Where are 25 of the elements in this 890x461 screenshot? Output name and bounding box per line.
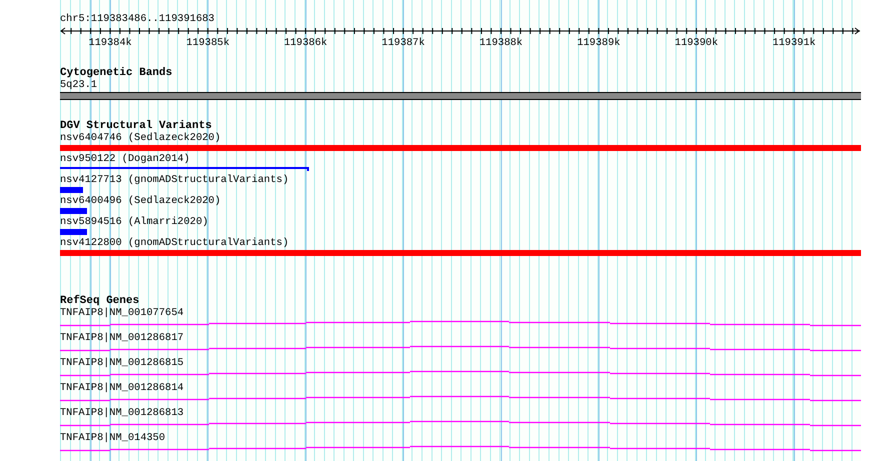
feature-label: nsv6400496 (Sedlazeck2020) <box>60 195 221 207</box>
ruler-tick-label: 119387k <box>382 37 425 49</box>
band-label: 5q23.1 <box>60 79 98 91</box>
track-title: DGV Structural Variants <box>60 120 212 132</box>
gene-label: TNFAIP8|NM_001286814 <box>60 382 184 394</box>
ruler-tick-label: 119389k <box>577 37 620 49</box>
gene-label: TNFAIP8|NM_001286817 <box>60 332 184 344</box>
gene-label: TNFAIP8|NM_001077654 <box>60 307 184 319</box>
feature-label: nsv6404746 (Sedlazeck2020) <box>60 132 221 144</box>
track-title: Cytogenetic Bands <box>60 67 172 79</box>
ruler-tick-label: 119390k <box>674 37 718 49</box>
feature-label: nsv5894516 (Almarri2020) <box>60 216 208 228</box>
gene-label: TNFAIP8|NM_001286815 <box>60 357 184 369</box>
ruler-tick-label: 119391k <box>772 37 816 49</box>
track-title: RefSeq Genes <box>60 295 140 307</box>
feature-label: nsv4127713 (gnomADStructuralVariants) <box>60 174 289 186</box>
gene-label: TNFAIP8|NM_014350 <box>60 432 166 444</box>
feature-label: nsv950122 (Dogan2014) <box>60 153 190 165</box>
ruler-tick-label: 119388k <box>479 37 523 49</box>
ruler-tick-label: 119386k <box>284 37 328 49</box>
ruler-tick-label: 119384k <box>88 37 132 49</box>
location-label: chr5:119383486..119391683 <box>60 13 216 25</box>
gene-label: TNFAIP8|NM_001286813 <box>60 407 184 419</box>
ruler-tick-label: 119385k <box>186 37 230 49</box>
feature-label: nsv4122800 (gnomADStructuralVariants) <box>60 237 289 249</box>
